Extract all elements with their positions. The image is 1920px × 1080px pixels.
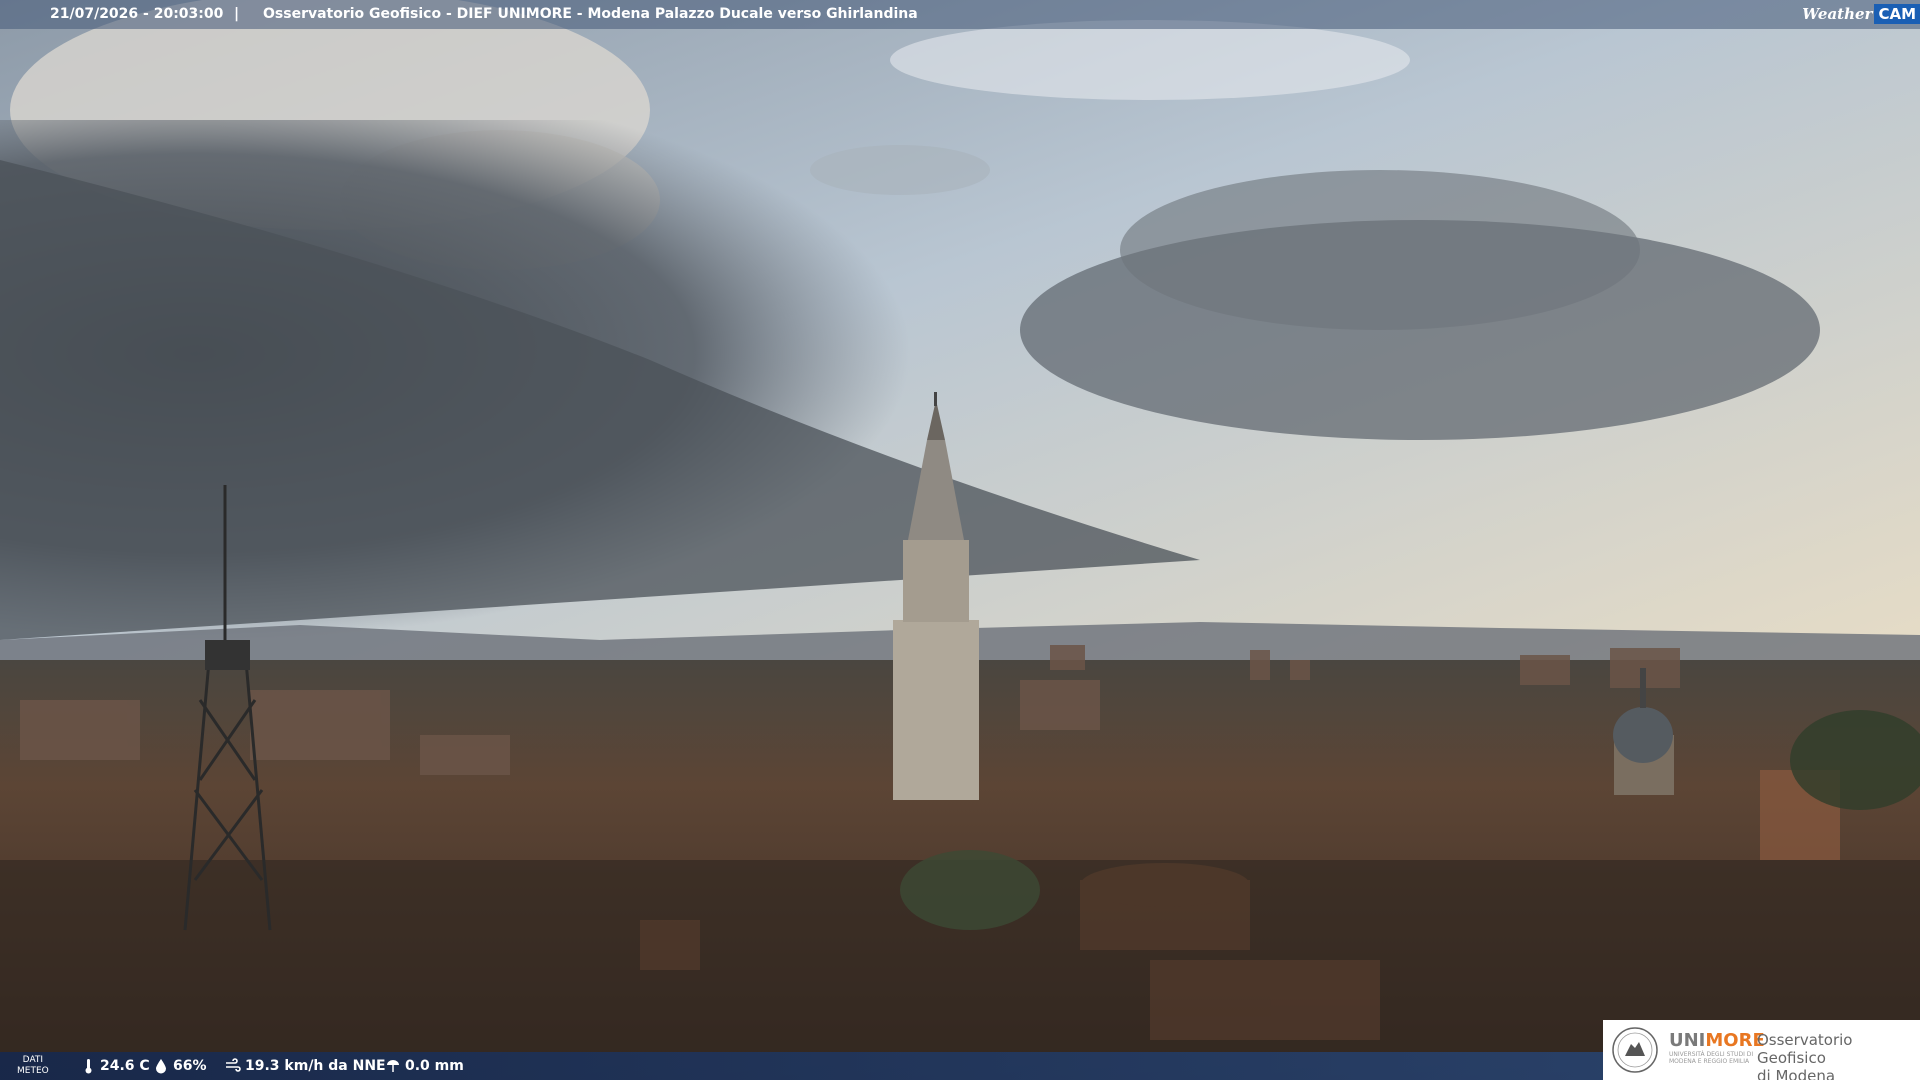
header-separator: | [234,6,240,22]
thermometer-icon [85,1059,92,1074]
brand-weather-text: Weather [1802,5,1873,23]
unimore-subtitle-line2: MODENA E REGGIO EMILIA [1669,1058,1750,1065]
wind-reading: 19.3 km/h da NNE [225,1058,386,1074]
unimore-subtitle: UNIVERSITÀ DEGLI STUDI DI MODENA E REGGI… [1669,1051,1753,1065]
observatory-line1: Osservatorio Geofisico [1757,1031,1853,1067]
temperature-value: 24.6 C [100,1058,150,1074]
weather-label-line2: METEO [17,1066,49,1076]
unimore-uni: UNI [1669,1030,1706,1051]
temperature-reading: 24.6 C [80,1058,150,1074]
rain-reading: 0.0 mm [385,1058,464,1074]
weathercam-logo: Weather CAM [1802,2,1920,26]
humidity-value: 66% [173,1058,207,1074]
unimore-subtitle-line1: UNIVERSITÀ DEGLI STUDI DI [1669,1051,1754,1058]
camera-title: Osservatorio Geofisico - DIEF UNIMORE - … [263,6,918,22]
rain-icon [387,1060,399,1072]
capture-datetime: 21/07/2026 - 20:03:00 [50,6,224,22]
droplet-icon [156,1059,166,1074]
observatory-name: Osservatorio Geofisico di Modena [1757,1031,1920,1080]
unimore-more: MORE [1705,1030,1765,1051]
brand-cam-text: CAM [1874,4,1920,24]
unimore-wordmark: UNIMORE [1669,1030,1765,1051]
observatory-line2: di Modena [1757,1067,1836,1080]
university-seal-icon [1612,1027,1658,1073]
webcam-image [0,0,1920,1080]
humidity-reading: 66% [153,1058,207,1074]
rain-value: 0.0 mm [405,1058,464,1074]
weather-label-line1: DATI [22,1055,44,1065]
weather-data-label: DATI METEO [17,1055,49,1077]
unimore-logo-box: UNIMORE UNIVERSITÀ DEGLI STUDI DI MODENA… [1603,1020,1920,1080]
webcam-frame: 21/07/2026 - 20:03:00 | Osservatorio Geo… [0,0,1920,1080]
wind-icon [226,1058,241,1072]
wind-value: 19.3 km/h da NNE [245,1058,386,1074]
header-bar: 21/07/2026 - 20:03:00 | Osservatorio Geo… [0,0,1920,29]
